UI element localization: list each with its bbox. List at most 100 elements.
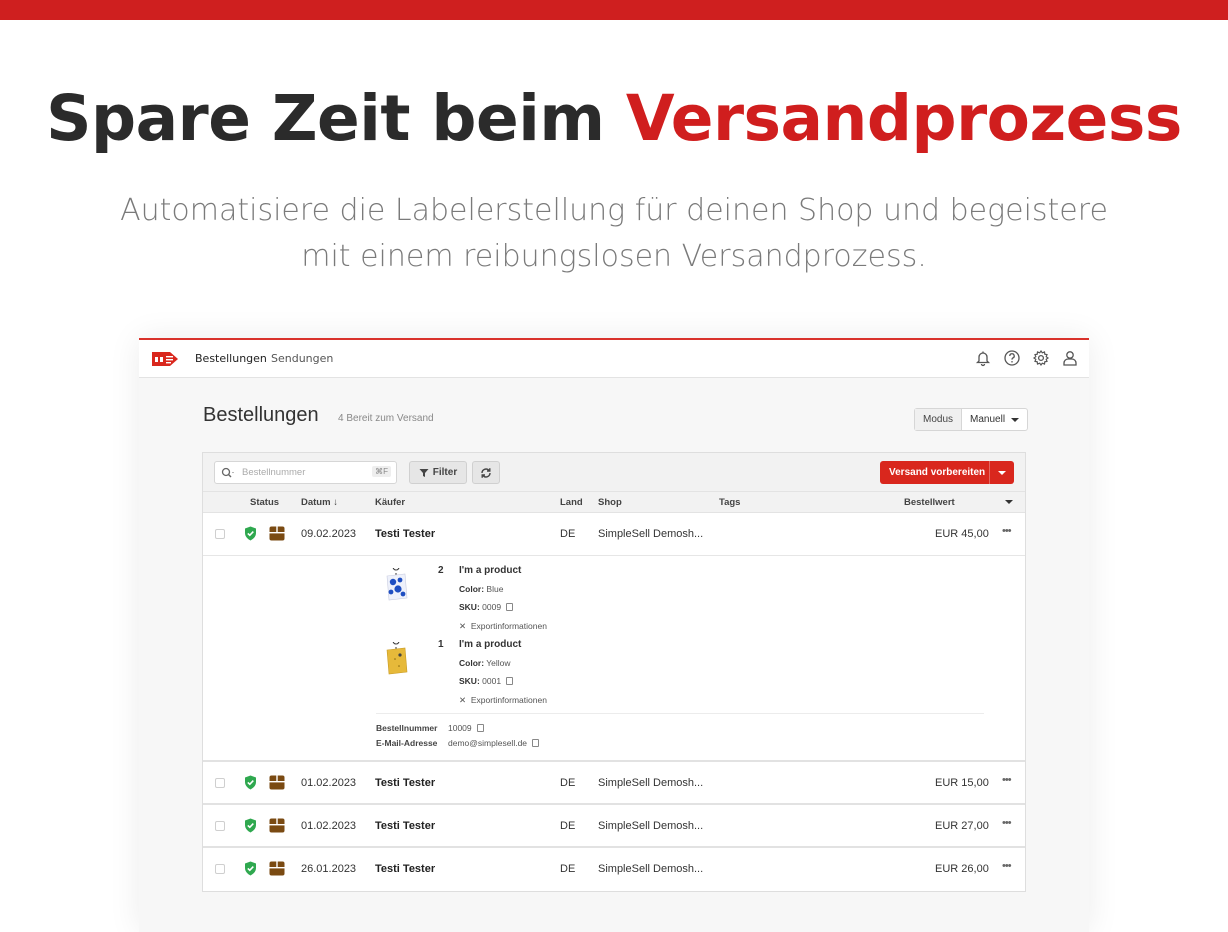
row-shop: SimpleSell Demosh... [598, 528, 704, 540]
row-checkbox[interactable] [215, 864, 225, 874]
more-menu-icon[interactable]: ••• [1002, 860, 1012, 872]
col-country[interactable]: Land [560, 497, 583, 508]
prepare-shipping-label: Versand vorbereiten [889, 467, 986, 478]
package-icon [269, 861, 285, 876]
col-date[interactable]: Datum ↓ [301, 497, 338, 508]
row-checkbox[interactable] [215, 529, 225, 539]
refresh-icon [481, 467, 491, 478]
item-sku: SKU: 0009 [459, 602, 514, 612]
export-info-toggle[interactable]: ✕ Exportinformationen [459, 695, 547, 706]
divider [376, 713, 984, 714]
copy-icon[interactable] [532, 739, 540, 747]
row-value: EUR 27,00 [935, 820, 989, 832]
more-menu-icon[interactable]: ••• [1002, 774, 1012, 786]
gear-icon[interactable] [1032, 349, 1050, 367]
chevron-down-icon [998, 470, 1006, 475]
order-number-value: 10009 [448, 723, 472, 733]
email-value: demo@simplesell.de [448, 738, 528, 748]
order-details: 2 I'm a product Color: Blue SKU: 0009 ✕ … [203, 556, 1025, 762]
row-country: DE [560, 820, 576, 832]
mode-value-text: Manuell [970, 414, 1006, 425]
product-image[interactable] [383, 568, 409, 602]
refresh-button[interactable] [472, 461, 500, 484]
table-row[interactable]: 01.02.2023 Testi Tester DE SimpleSell De… [203, 762, 1025, 805]
table-toolbar: Bestellnummer ⌘F Filter Versand vorberei… [203, 453, 1025, 492]
order-number-label: Bestellnummer [376, 723, 438, 733]
item-sku-label: SKU: [459, 676, 480, 686]
shield-check-icon [245, 861, 256, 876]
shield-check-icon [245, 526, 256, 541]
filter-button[interactable]: Filter [409, 461, 467, 484]
row-value: EUR 15,00 [935, 777, 989, 789]
nav-sendungen[interactable]: Sendungen [271, 352, 333, 365]
export-info-label: Exportinformationen [470, 695, 547, 705]
top-accent-bar [0, 0, 1228, 20]
shield-check-icon [245, 818, 256, 833]
row-date: 01.02.2023 [301, 777, 357, 789]
col-value[interactable]: Bestellwert [904, 497, 955, 508]
shield-check-icon [245, 775, 256, 790]
more-menu-icon[interactable]: ••• [1002, 525, 1012, 537]
prepare-shipping-button[interactable]: Versand vorbereiten [880, 461, 1014, 484]
item-color: Color: Blue [459, 584, 503, 594]
col-tags[interactable]: Tags [719, 497, 740, 508]
row-shop: SimpleSell Demosh... [598, 777, 704, 789]
copy-icon[interactable] [506, 603, 514, 611]
row-buyer: Testi Tester [375, 777, 436, 789]
search-icon [221, 467, 234, 478]
item-sku-value: 0001 [482, 676, 502, 686]
order-number: 10009 [448, 723, 484, 733]
app-header: Bestellungen Sendungen [139, 340, 1089, 378]
filter-label: Filter [432, 467, 458, 478]
bell-icon[interactable] [974, 349, 992, 367]
item-sku-value: 0009 [482, 602, 502, 612]
copy-icon[interactable] [476, 724, 484, 732]
item-color: Color: Yellow [459, 658, 511, 668]
row-buyer: Testi Tester [375, 820, 436, 832]
column-options-icon[interactable] [1005, 500, 1013, 504]
row-shop: SimpleSell Demosh... [598, 863, 704, 875]
col-buyer[interactable]: Käufer [375, 497, 405, 508]
col-status[interactable]: Status [250, 497, 279, 508]
table-row[interactable]: 26.01.2023 Testi Tester DE SimpleSell De… [203, 848, 1025, 891]
more-menu-icon[interactable]: ••• [1002, 817, 1012, 829]
hero-subtitle-line: mit einem reibungslosen Versandprozess. [301, 239, 927, 274]
nav-bestellungen[interactable]: Bestellungen [195, 352, 267, 365]
row-value: EUR 26,00 [935, 863, 989, 875]
item-color-label: Color: [459, 584, 485, 594]
table-header: Status Datum ↓ Käufer Land Shop Tags Bes… [203, 492, 1025, 513]
row-country: DE [560, 777, 576, 789]
row-checkbox[interactable] [215, 778, 225, 788]
hero-title-text: Spare Zeit beim [46, 82, 626, 155]
hero-title-accent: Versandprozess [625, 82, 1182, 155]
item-color-value: Yellow [486, 658, 511, 668]
package-icon [269, 526, 285, 541]
mode-value[interactable]: Manuell [962, 409, 1027, 430]
row-value: EUR 45,00 [935, 528, 989, 540]
item-quantity: 1 [438, 639, 444, 650]
export-info-toggle[interactable]: ✕ Exportinformationen [459, 621, 547, 632]
page-subtitle: 4 Bereit zum Versand [338, 413, 434, 424]
item-quantity: 2 [438, 565, 444, 576]
hero-title: Spare Zeit beim Versandprozess [0, 82, 1228, 155]
mode-select[interactable]: Modus Manuell [914, 408, 1029, 431]
orders-table: Bestellnummer ⌘F Filter Versand vorberei… [202, 452, 1026, 892]
prepare-shipping-dropdown[interactable] [989, 461, 1014, 484]
row-date: 01.02.2023 [301, 820, 357, 832]
email-label: E-Mail-Adresse [376, 738, 438, 748]
col-shop[interactable]: Shop [598, 497, 622, 508]
row-checkbox[interactable] [215, 821, 225, 831]
user-icon[interactable] [1061, 349, 1079, 367]
help-icon[interactable] [1003, 349, 1021, 367]
item-sku: SKU: 0001 [459, 676, 514, 686]
row-buyer: Testi Tester [375, 863, 436, 875]
package-icon [269, 775, 285, 790]
hero-subtitle-line: Automatisiere die Labelerstellung für de… [120, 193, 1108, 228]
table-row[interactable]: 01.02.2023 Testi Tester DE SimpleSell De… [203, 805, 1025, 848]
row-shop: SimpleSell Demosh... [598, 820, 704, 832]
logo-icon[interactable] [150, 349, 180, 369]
copy-icon[interactable] [506, 677, 514, 685]
product-image[interactable] [383, 642, 409, 676]
table-row[interactable]: 09.02.2023 Testi Tester DE SimpleSell De… [203, 513, 1025, 556]
search-input[interactable]: Bestellnummer ⌘F [214, 461, 397, 484]
